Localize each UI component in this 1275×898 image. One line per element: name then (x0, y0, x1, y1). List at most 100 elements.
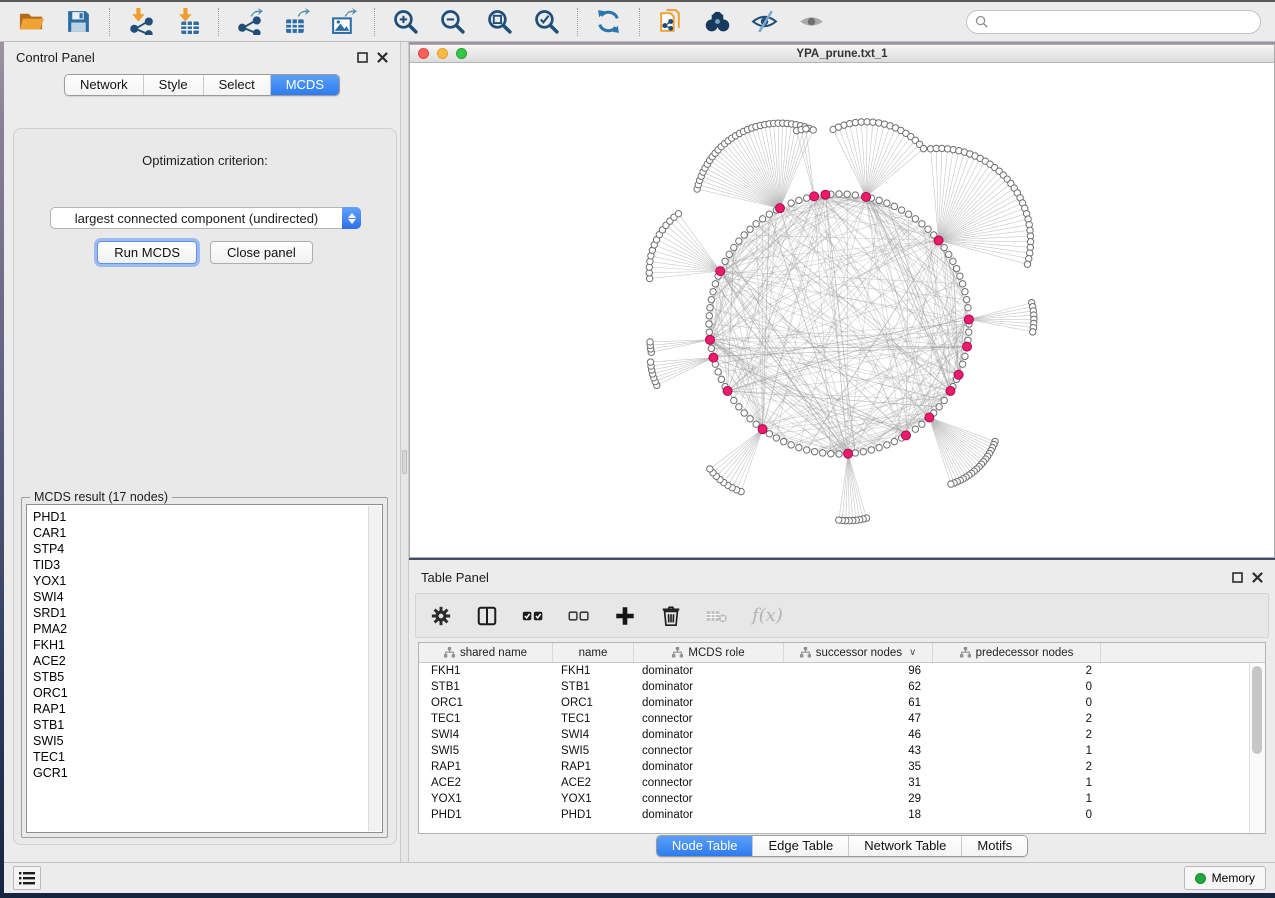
graph-node[interactable] (912, 426, 918, 432)
graph-node[interactable] (836, 191, 842, 197)
graph-node[interactable] (852, 450, 858, 456)
cell-name[interactable]: SWI5 (553, 745, 634, 757)
graph-node[interactable] (715, 369, 721, 375)
cell-name[interactable]: YOX1 (553, 793, 634, 805)
graph-node[interactable] (884, 200, 890, 206)
table-row[interactable]: FKH1FKH1dominator962 (419, 663, 1249, 679)
graph-node[interactable] (788, 442, 794, 448)
cell-predecessor-nodes[interactable]: 2 (933, 729, 1101, 741)
graph-node[interactable] (747, 416, 753, 422)
cell-shared-name[interactable]: RAP1 (419, 761, 553, 773)
graph-node[interactable] (836, 451, 842, 457)
mcds-list-scrollbar[interactable] (368, 506, 381, 831)
tab-network[interactable]: Network (65, 75, 143, 95)
graph-node[interactable] (675, 210, 681, 216)
graph-node[interactable] (766, 431, 772, 437)
deselect-all-button[interactable] (568, 605, 590, 627)
tab-select[interactable]: Select (203, 75, 270, 95)
graph-node[interactable] (736, 404, 742, 410)
graph-node[interactable] (796, 444, 802, 450)
mcds-result-item[interactable]: TID3 (33, 557, 362, 573)
graph-node[interactable] (962, 288, 968, 294)
table-row[interactable]: YOX1YOX1connector291 (419, 791, 1249, 807)
cell-shared-name[interactable]: PHD1 (419, 809, 553, 821)
graph-node[interactable] (736, 238, 742, 244)
graph-hub-node[interactable] (946, 386, 955, 395)
graph-node[interactable] (803, 126, 809, 132)
graph-node[interactable] (722, 258, 728, 264)
cell-mcds-role[interactable]: connector (634, 777, 784, 789)
cell-successor-nodes[interactable]: 61 (784, 697, 933, 709)
refresh-button[interactable] (589, 6, 628, 37)
graph-node[interactable] (811, 448, 817, 454)
graph-node[interactable] (718, 376, 724, 382)
mcds-result-item[interactable]: PMA2 (33, 621, 362, 637)
mcds-result-item[interactable]: CAR1 (33, 525, 362, 541)
cell-shared-name[interactable]: FKH1 (419, 665, 553, 677)
column-header-name[interactable]: name (553, 643, 634, 662)
cell-shared-name[interactable]: SWI5 (419, 745, 553, 757)
column-header-successor-nodes[interactable]: successor nodes ∨ (784, 643, 933, 662)
graph-node[interactable] (891, 203, 897, 209)
graph-node[interactable] (963, 296, 969, 302)
graph-node[interactable] (920, 145, 926, 151)
graph-node[interactable] (707, 466, 713, 472)
graph-node[interactable] (965, 305, 971, 311)
import-network-button[interactable] (121, 6, 160, 37)
graph-node[interactable] (707, 305, 713, 311)
graph-hub-node[interactable] (775, 204, 784, 213)
graph-node[interactable] (919, 421, 925, 427)
zoom-in-button[interactable] (386, 6, 425, 37)
graph-node[interactable] (788, 200, 794, 206)
graph-hub-node[interactable] (963, 342, 972, 351)
graph-node[interactable] (957, 273, 963, 279)
table-row[interactable]: ORC1ORC1dominator610 (419, 695, 1249, 711)
cell-predecessor-nodes[interactable]: 0 (933, 681, 1101, 693)
graph-node[interactable] (747, 226, 753, 232)
import-table-button[interactable] (168, 6, 207, 37)
graph-node[interactable] (836, 517, 842, 523)
graph-node[interactable] (966, 329, 972, 335)
table-row[interactable]: SWI4SWI4dominator462 (419, 727, 1249, 743)
add-row-button[interactable] (614, 605, 636, 627)
export-image-button[interactable] (324, 6, 363, 37)
cell-name[interactable]: TEC1 (553, 713, 634, 725)
close-panel-button[interactable] (377, 52, 388, 63)
network-window-titlebar[interactable]: YPA_prune.txt_1 (410, 45, 1274, 63)
graph-node[interactable] (852, 192, 858, 198)
cell-successor-nodes[interactable]: 47 (784, 713, 933, 725)
cell-name[interactable]: PHD1 (553, 809, 634, 821)
mcds-result-item[interactable]: ACE2 (33, 653, 362, 669)
graph-node[interactable] (884, 442, 890, 448)
table-row[interactable]: RAP1RAP1dominator352 (419, 759, 1249, 775)
mcds-result-item[interactable]: TEC1 (33, 749, 362, 765)
graph-node[interactable] (953, 265, 959, 271)
graph-node[interactable] (868, 447, 874, 453)
graph-node[interactable] (959, 281, 965, 287)
graph-node[interactable] (1024, 261, 1030, 267)
cell-shared-name[interactable]: ORC1 (419, 697, 553, 709)
column-header-shared-name[interactable]: shared name (419, 643, 553, 662)
table-row[interactable]: ACE2ACE2connector311 (419, 775, 1249, 791)
function-builder-button[interactable]: f(x) (752, 605, 783, 626)
graph-node[interactable] (898, 207, 904, 213)
graph-node[interactable] (936, 404, 942, 410)
mcds-result-item[interactable]: FKH1 (33, 637, 362, 653)
cell-name[interactable]: FKH1 (553, 665, 634, 677)
graph-node[interactable] (820, 450, 826, 456)
graph-node[interactable] (706, 321, 712, 327)
float-table-panel-button[interactable] (1232, 572, 1243, 583)
graph-node[interactable] (773, 435, 779, 441)
mcds-result-item[interactable]: STP4 (33, 541, 362, 557)
export-table-button[interactable] (277, 6, 316, 37)
graph-node[interactable] (759, 216, 765, 222)
graph-node[interactable] (950, 258, 956, 264)
graph-node[interactable] (946, 251, 952, 257)
graph-hub-node[interactable] (758, 425, 767, 434)
show-column-panel-button[interactable] (476, 605, 498, 627)
status-list-button[interactable] (13, 866, 41, 890)
optimization-select[interactable]: largest connected component (undirected) (50, 207, 361, 229)
cell-name[interactable]: STB1 (553, 681, 634, 693)
cell-successor-nodes[interactable]: 43 (784, 745, 933, 757)
graph-node[interactable] (876, 197, 882, 203)
